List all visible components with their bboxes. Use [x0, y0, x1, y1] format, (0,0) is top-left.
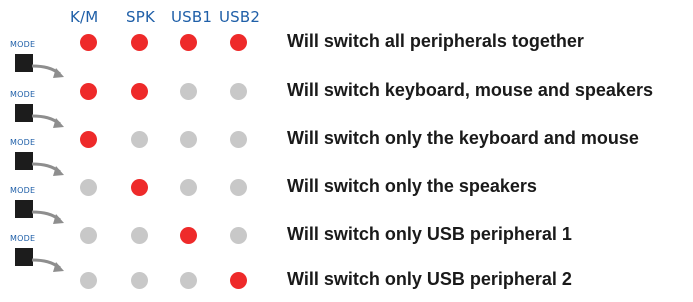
- led-usb1: [180, 272, 197, 289]
- mode-step: MODE: [0, 178, 80, 228]
- column-header-usb1: USB1: [171, 8, 213, 26]
- led-usb2: [230, 131, 247, 148]
- led-spk: [131, 34, 148, 51]
- mode-step: MODE: [0, 130, 80, 180]
- led-usb2: [230, 179, 247, 196]
- column-header-usb2: USB2: [219, 8, 261, 26]
- led-km: [80, 83, 97, 100]
- mode-label: MODE: [10, 138, 36, 147]
- led-usb2: [230, 272, 247, 289]
- status-row: Will switch only the keyboard and mouse: [0, 128, 693, 161]
- mode-label: MODE: [10, 90, 36, 99]
- led-usb1: [180, 227, 197, 244]
- led-km: [80, 34, 97, 51]
- row-description: Will switch all peripherals together: [287, 31, 584, 51]
- status-row: Will switch only USB peripheral 2: [0, 269, 693, 302]
- arrow-icon: [31, 114, 64, 128]
- led-spk: [131, 131, 148, 148]
- led-spk: [131, 227, 148, 244]
- led-usb2: [230, 83, 247, 100]
- arrow-icon: [31, 64, 64, 78]
- column-header-km: K/M: [70, 8, 99, 26]
- led-usb2: [230, 34, 247, 51]
- arrow-icon: [31, 210, 64, 224]
- mode-label: MODE: [10, 40, 36, 49]
- led-km: [80, 227, 97, 244]
- arrow-icon: [31, 162, 64, 176]
- status-row: Will switch keyboard, mouse and speakers: [0, 80, 693, 113]
- row-description: Will switch keyboard, mouse and speakers: [287, 80, 653, 100]
- row-description: Will switch only the speakers: [287, 176, 537, 196]
- row-description: Will switch only USB peripheral 2: [287, 269, 572, 289]
- arrow-icon: [31, 258, 64, 272]
- mode-label: MODE: [10, 186, 36, 195]
- led-usb1: [180, 34, 197, 51]
- led-spk: [131, 179, 148, 196]
- status-row: Will switch only the speakers: [0, 176, 693, 209]
- led-usb2: [230, 227, 247, 244]
- row-description: Will switch only USB peripheral 1: [287, 224, 572, 244]
- led-spk: [131, 272, 148, 289]
- mode-step: MODE: [0, 82, 80, 132]
- row-description: Will switch only the keyboard and mouse: [287, 128, 639, 148]
- led-km: [80, 179, 97, 196]
- led-km: [80, 272, 97, 289]
- led-km: [80, 131, 97, 148]
- led-usb1: [180, 83, 197, 100]
- mode-step: MODE: [0, 32, 80, 82]
- led-spk: [131, 83, 148, 100]
- status-row: Will switch only USB peripheral 1: [0, 224, 693, 257]
- mode-label: MODE: [10, 234, 36, 243]
- led-usb1: [180, 131, 197, 148]
- led-usb1: [180, 179, 197, 196]
- column-header-spk: SPK: [126, 8, 156, 26]
- status-row: Will switch all peripherals together: [0, 31, 693, 64]
- mode-step: MODE: [0, 226, 80, 276]
